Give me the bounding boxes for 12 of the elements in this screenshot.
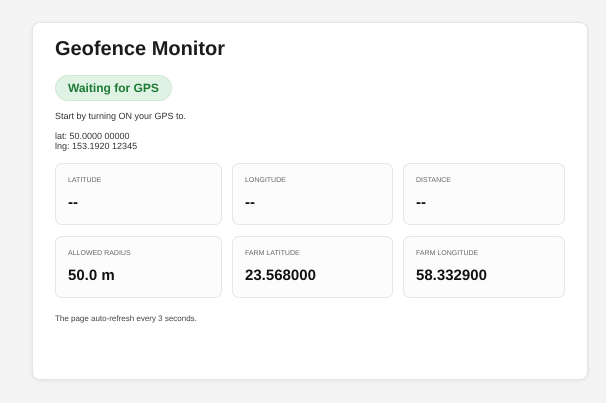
stat-value: -- (416, 194, 426, 211)
gps-message: Start by turning ON your GPS to. (55, 111, 188, 121)
refresh-note: The page auto-refresh every 3 seconds. (55, 314, 198, 323)
stat-value: 50.0 m (68, 267, 115, 284)
status-badge: Waiting for GPS (55, 75, 172, 101)
coordinate-line: lng: 153.1920 12345 (55, 141, 138, 151)
stat-value: 58.332900 (416, 267, 487, 284)
stat-value: 23.568000 (245, 267, 316, 284)
page-title: Geofence Monitor (55, 37, 226, 61)
coordinate-line: lat: 50.0000 00000 (55, 131, 131, 141)
stat-value: -- (68, 194, 78, 211)
stat-value: -- (245, 194, 255, 211)
